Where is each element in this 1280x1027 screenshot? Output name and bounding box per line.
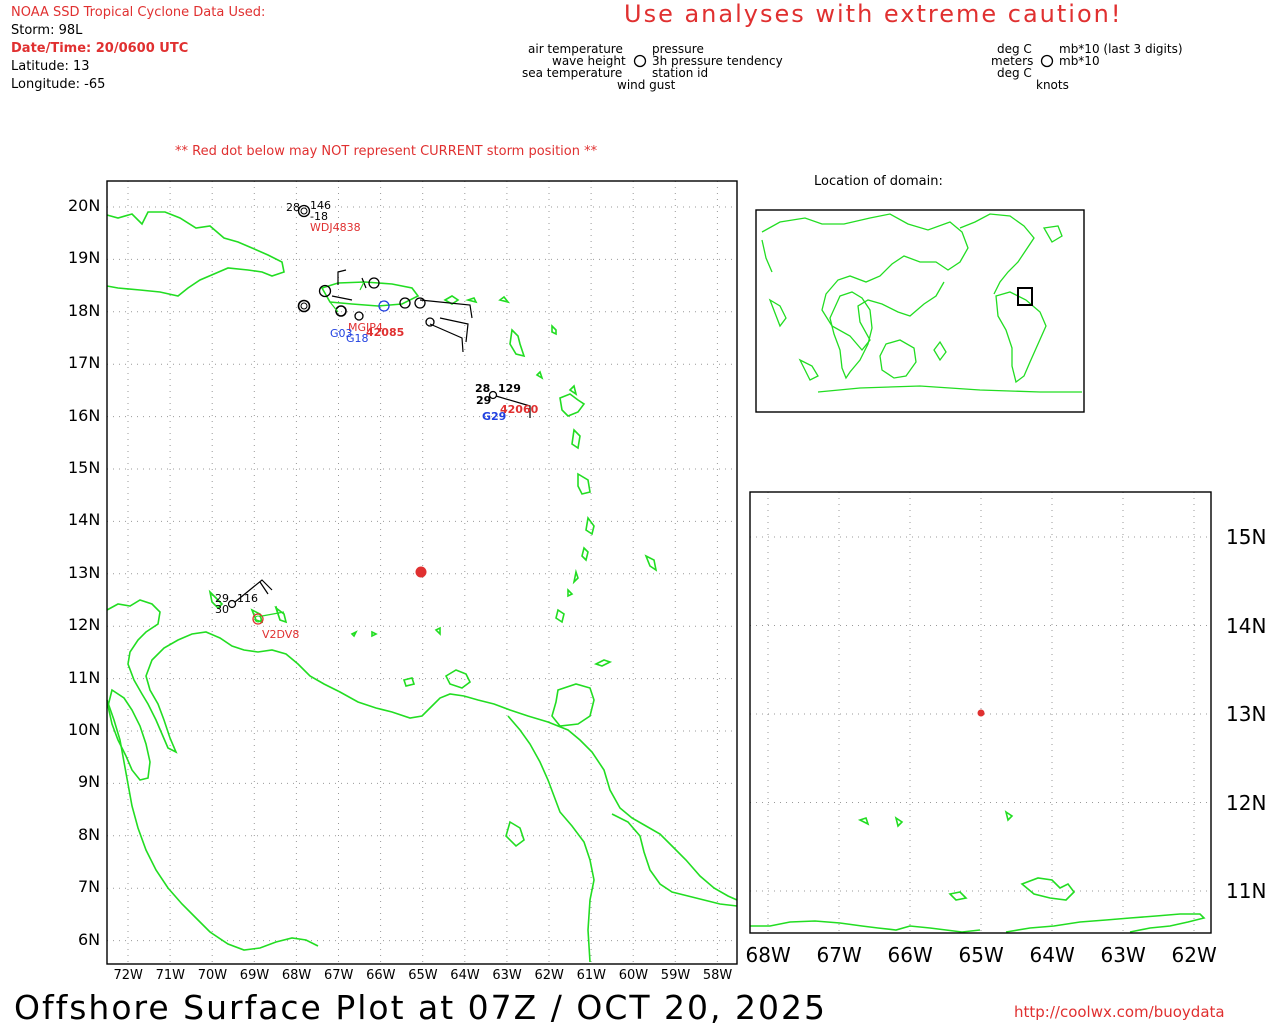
main-map-canvas: [106, 180, 1212, 965]
lat-label: 12N: [68, 615, 101, 635]
lat-label: 11N: [1226, 879, 1267, 903]
lon-label: 63W: [1100, 943, 1146, 967]
lat-label: 11N: [68, 667, 101, 687]
lon-label: 63W: [492, 968, 522, 983]
lat-label: 17N: [68, 353, 101, 373]
lon-label: 66W: [887, 943, 933, 967]
station-id: V2DV8: [262, 628, 300, 641]
lon-label: 60W: [618, 968, 649, 983]
lat-label: 8N: [78, 824, 101, 844]
lon-label: 69W: [239, 968, 270, 983]
lon-label: 62W: [1171, 943, 1217, 967]
lat-label: 19N: [68, 248, 101, 268]
station-sea-temp: 30: [215, 603, 229, 616]
lat-label: 12N: [1226, 790, 1267, 815]
station-pressure: 129: [498, 382, 521, 395]
lat-label: 15N: [1226, 525, 1267, 549]
lon-label: 67W: [816, 943, 862, 967]
lon-label: 65W: [408, 968, 438, 983]
lon-label: 72W: [113, 968, 143, 983]
lon-label: 66W: [366, 968, 396, 983]
inset-title: Location of domain:: [814, 174, 943, 189]
plot-title: Offshore Surface Plot at 07Z / OCT 20, 2…: [14, 988, 827, 1027]
lon-label: 64W: [1029, 943, 1075, 967]
station-pressure: 116: [237, 592, 258, 605]
inset-frame: [755, 209, 1085, 413]
lat-label: 14N: [68, 510, 101, 530]
lon-label: 67W: [324, 968, 354, 983]
lon-label: 62W: [534, 968, 564, 983]
zoom-map-coastlines: [750, 810, 1206, 933]
station-air-temp: 28: [286, 201, 300, 214]
lon-label: 68W: [281, 968, 312, 983]
zoom-storm-position-dot: [977, 709, 985, 717]
lat-label: 13N: [68, 562, 101, 582]
station-circle-icon: [297, 204, 311, 218]
lon-label: 70W: [197, 968, 228, 983]
lat-label: 18N: [68, 300, 101, 320]
lon-label: 64W: [450, 968, 480, 983]
lat-label: 20N: [68, 196, 101, 215]
lon-label: 65W: [958, 943, 1004, 967]
lon-label: 71W: [155, 968, 185, 983]
station-id: 42085: [366, 326, 405, 339]
station-id: WDJ4838: [310, 221, 361, 234]
station-id: G29: [482, 410, 507, 423]
lat-label: 15N: [68, 458, 101, 477]
lat-label: 13N: [1226, 702, 1267, 726]
storm-position-dot: [415, 566, 427, 578]
lat-label: 6N: [78, 929, 101, 949]
lat-label: 16N: [68, 405, 101, 425]
lat-label: 10N: [68, 720, 101, 739]
station-sea-temp: 29: [476, 394, 492, 407]
lat-label: 9N: [78, 772, 101, 792]
station-id: G18: [346, 332, 369, 345]
main-map-coastlines: [106, 211, 738, 963]
inset-world-coastlines: [761, 213, 1082, 393]
lon-label: 68W: [745, 943, 791, 967]
lon-label: 61W: [576, 968, 606, 983]
lon-label: 58W: [702, 968, 733, 983]
lat-label: 7N: [78, 877, 101, 897]
lat-label: 14N: [1226, 613, 1267, 638]
source-url[interactable]: http://coolwx.com/buoydata: [1014, 1003, 1225, 1021]
lon-label: 59W: [660, 968, 691, 983]
